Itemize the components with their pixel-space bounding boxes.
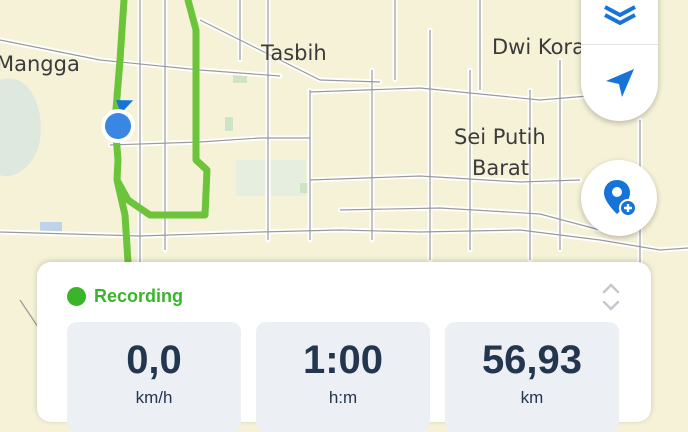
chevron-expand-icon — [602, 283, 620, 311]
layers-button[interactable] — [581, 0, 658, 45]
navigation-button[interactable] — [581, 45, 658, 121]
stat-duration-value: 1:00 — [302, 338, 384, 382]
layers-icon — [603, 5, 636, 25]
add-poi-button[interactable] — [581, 160, 657, 236]
add-poi-pin-icon — [604, 180, 637, 217]
stat-speed[interactable]: 0,0 km/h — [67, 322, 241, 432]
stat-speed-unit: km/h — [135, 388, 173, 407]
expand-panel-button[interactable] — [601, 280, 621, 319]
map-label-tasbih: Tasbih — [261, 41, 327, 65]
map-label-barat: Barat — [472, 156, 530, 180]
map-controls-group — [581, 0, 658, 121]
navigation-arrow-icon — [605, 69, 634, 97]
stat-distance-unit: km — [520, 388, 544, 407]
map-label-sei-putih: Sei Putih — [454, 125, 546, 149]
stat-distance-value: 56,93 — [481, 338, 583, 382]
recording-status: Recording — [67, 286, 183, 307]
stat-duration-unit: h:m — [328, 388, 358, 407]
stat-distance[interactable]: 56,93 km — [445, 322, 619, 432]
recording-dot-icon — [67, 287, 86, 306]
stat-duration[interactable]: 1:00 h:m — [256, 322, 430, 432]
recording-label: Recording — [94, 286, 184, 306]
map-label-dwi-kora: Dwi Kora — [492, 35, 585, 59]
recording-panel: Recording 0,0 km/h 1:00 h:m 56,93 km — [37, 262, 651, 432]
map-label-mangga: Mangga — [0, 52, 80, 76]
stat-speed-value: 0,0 — [126, 338, 182, 382]
